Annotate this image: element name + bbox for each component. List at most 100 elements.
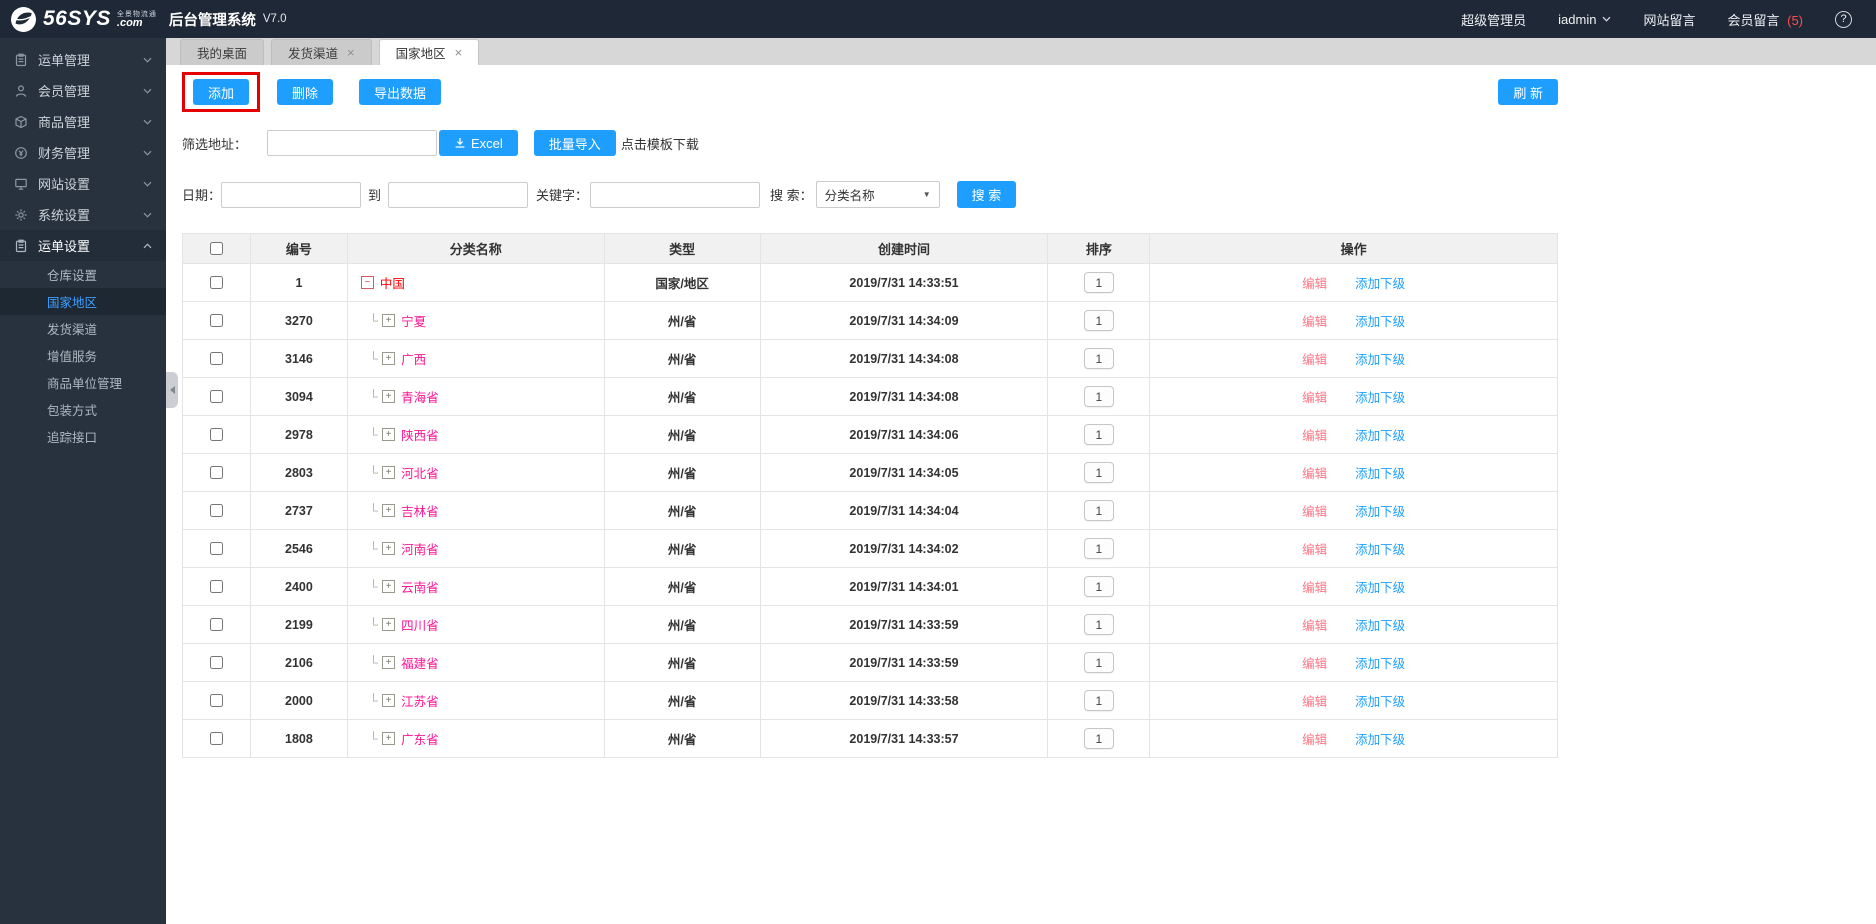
- row-checkbox[interactable]: [210, 276, 223, 289]
- category-link[interactable]: 宁夏: [401, 311, 426, 330]
- tree-toggle-icon[interactable]: +: [382, 390, 395, 403]
- edit-link[interactable]: 编辑: [1302, 387, 1327, 406]
- tree-toggle-icon[interactable]: −: [361, 276, 374, 289]
- edit-link[interactable]: 编辑: [1302, 615, 1327, 634]
- add-child-link[interactable]: 添加下级: [1355, 653, 1405, 672]
- edit-link[interactable]: 编辑: [1302, 311, 1327, 330]
- tree-toggle-icon[interactable]: +: [382, 314, 395, 327]
- sidebar-subitem-packaging-method[interactable]: 包装方式: [0, 396, 166, 423]
- row-checkbox[interactable]: [210, 656, 223, 669]
- tab-my-desktop[interactable]: 我的桌面: [180, 39, 264, 65]
- sort-badge[interactable]: 1: [1084, 386, 1114, 407]
- search-button[interactable]: 搜 索: [957, 181, 1017, 208]
- row-checkbox[interactable]: [210, 732, 223, 745]
- edit-link[interactable]: 编辑: [1302, 425, 1327, 444]
- date-to-input[interactable]: [388, 182, 528, 208]
- member-messages-link[interactable]: 会员留言 (5): [1727, 10, 1803, 29]
- add-child-link[interactable]: 添加下级: [1355, 501, 1405, 520]
- category-link[interactable]: 陕西省: [401, 425, 439, 444]
- sidebar-subitem-shipping-channel[interactable]: 发货渠道: [0, 315, 166, 342]
- edit-link[interactable]: 编辑: [1302, 501, 1327, 520]
- tree-toggle-icon[interactable]: +: [382, 732, 395, 745]
- date-from-input[interactable]: [221, 182, 361, 208]
- tree-toggle-icon[interactable]: +: [382, 694, 395, 707]
- sidebar-item-product-management[interactable]: 商品管理: [0, 106, 166, 137]
- add-child-link[interactable]: 添加下级: [1355, 311, 1405, 330]
- sort-badge[interactable]: 1: [1084, 462, 1114, 483]
- sidebar-item-member-management[interactable]: 会员管理: [0, 75, 166, 106]
- edit-link[interactable]: 编辑: [1302, 349, 1327, 368]
- category-link[interactable]: 河北省: [401, 463, 439, 482]
- sidebar-subitem-country-region[interactable]: 国家地区: [0, 288, 166, 315]
- sidebar-subitem-value-added-services[interactable]: 增值服务: [0, 342, 166, 369]
- select-all-checkbox[interactable]: [210, 242, 223, 255]
- sidebar-item-finance-management[interactable]: 财务管理: [0, 137, 166, 168]
- sort-badge[interactable]: 1: [1084, 614, 1114, 635]
- add-child-link[interactable]: 添加下级: [1355, 615, 1405, 634]
- add-child-link[interactable]: 添加下级: [1355, 387, 1405, 406]
- row-checkbox[interactable]: [210, 466, 223, 479]
- row-checkbox[interactable]: [210, 580, 223, 593]
- sort-badge[interactable]: 1: [1084, 538, 1114, 559]
- sort-badge[interactable]: 1: [1084, 272, 1114, 293]
- row-checkbox[interactable]: [210, 542, 223, 555]
- search-category-select[interactable]: 分类名称 ▼: [816, 181, 940, 208]
- template-download-link[interactable]: 点击模板下载: [621, 134, 699, 153]
- tree-toggle-icon[interactable]: +: [382, 542, 395, 555]
- sidebar-collapse-handle[interactable]: [166, 372, 178, 408]
- sort-badge[interactable]: 1: [1084, 576, 1114, 597]
- sort-badge[interactable]: 1: [1084, 728, 1114, 749]
- category-link[interactable]: 云南省: [401, 577, 439, 596]
- batch-import-button[interactable]: 批量导入: [534, 130, 616, 156]
- tree-toggle-icon[interactable]: +: [382, 580, 395, 593]
- row-checkbox[interactable]: [210, 314, 223, 327]
- sidebar-item-waybill-settings[interactable]: 运单设置: [0, 230, 166, 261]
- tree-toggle-icon[interactable]: +: [382, 504, 395, 517]
- add-child-link[interactable]: 添加下级: [1355, 425, 1405, 444]
- category-link[interactable]: 中国: [380, 273, 405, 292]
- sidebar-subitem-tracking-interface[interactable]: 追踪接口: [0, 423, 166, 450]
- close-icon[interactable]: ×: [455, 46, 463, 59]
- edit-link[interactable]: 编辑: [1302, 463, 1327, 482]
- add-child-link[interactable]: 添加下级: [1355, 691, 1405, 710]
- row-checkbox[interactable]: [210, 428, 223, 441]
- sort-badge[interactable]: 1: [1084, 652, 1114, 673]
- add-child-link[interactable]: 添加下级: [1355, 539, 1405, 558]
- category-link[interactable]: 福建省: [401, 653, 439, 672]
- tree-toggle-icon[interactable]: +: [382, 618, 395, 631]
- tree-toggle-icon[interactable]: +: [382, 352, 395, 365]
- sort-badge[interactable]: 1: [1084, 500, 1114, 521]
- row-checkbox[interactable]: [210, 352, 223, 365]
- tab-country-region[interactable]: 国家地区 ×: [379, 39, 480, 65]
- row-checkbox[interactable]: [210, 390, 223, 403]
- delete-button[interactable]: 删除: [277, 79, 333, 105]
- category-link[interactable]: 广东省: [401, 729, 439, 748]
- sidebar-item-system-settings[interactable]: 系统设置: [0, 199, 166, 230]
- row-checkbox[interactable]: [210, 504, 223, 517]
- edit-link[interactable]: 编辑: [1302, 577, 1327, 596]
- edit-link[interactable]: 编辑: [1302, 653, 1327, 672]
- add-child-link[interactable]: 添加下级: [1355, 273, 1405, 292]
- category-link[interactable]: 广西: [401, 349, 426, 368]
- row-checkbox[interactable]: [210, 618, 223, 631]
- category-link[interactable]: 河南省: [401, 539, 439, 558]
- sort-badge[interactable]: 1: [1084, 310, 1114, 331]
- edit-link[interactable]: 编辑: [1302, 273, 1327, 292]
- excel-button[interactable]: Excel: [439, 130, 518, 156]
- user-menu[interactable]: iadmin: [1558, 12, 1611, 27]
- sort-badge[interactable]: 1: [1084, 690, 1114, 711]
- sort-badge[interactable]: 1: [1084, 424, 1114, 445]
- category-link[interactable]: 四川省: [401, 615, 439, 634]
- refresh-button[interactable]: 刷 新: [1498, 79, 1558, 105]
- sidebar-subitem-product-unit-management[interactable]: 商品单位管理: [0, 369, 166, 396]
- category-link[interactable]: 吉林省: [401, 501, 439, 520]
- add-child-link[interactable]: 添加下级: [1355, 729, 1405, 748]
- edit-link[interactable]: 编辑: [1302, 691, 1327, 710]
- address-filter-input[interactable]: [267, 130, 437, 156]
- add-child-link[interactable]: 添加下级: [1355, 463, 1405, 482]
- help-icon[interactable]: ?: [1835, 11, 1852, 28]
- row-checkbox[interactable]: [210, 694, 223, 707]
- tab-shipping-channel[interactable]: 发货渠道 ×: [271, 39, 372, 65]
- sidebar-item-waybill-management[interactable]: 运单管理: [0, 44, 166, 75]
- edit-link[interactable]: 编辑: [1302, 539, 1327, 558]
